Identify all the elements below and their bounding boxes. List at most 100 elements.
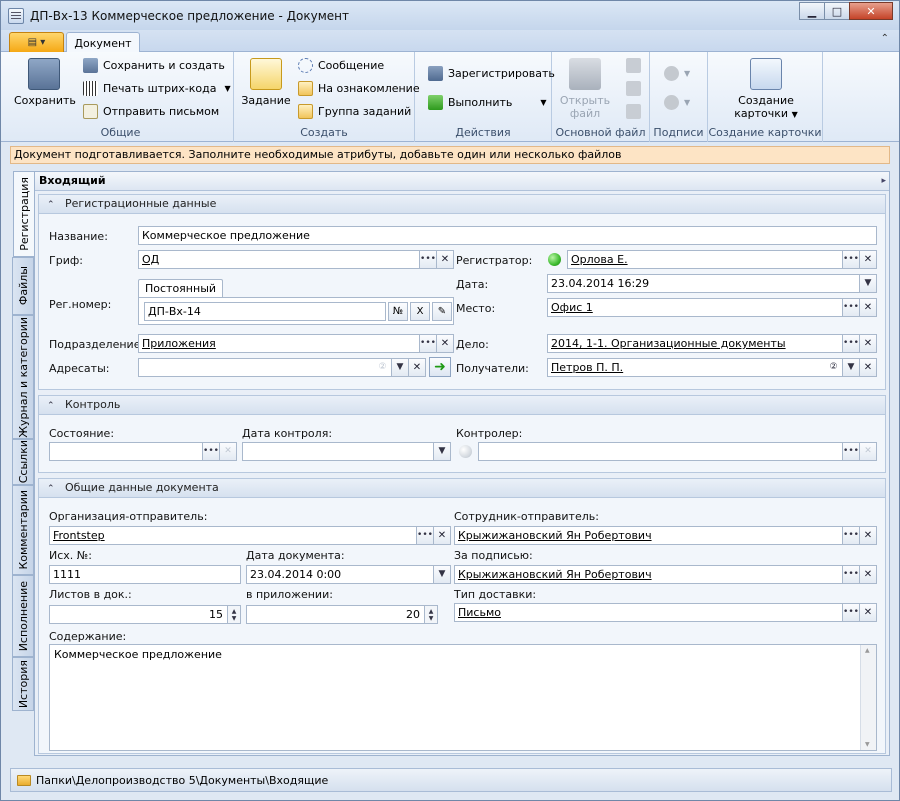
- date-dropdown-button[interactable]: ▼: [859, 275, 876, 292]
- grif-field[interactable]: ОД ••• ✕: [138, 250, 454, 269]
- registrar-browse-button[interactable]: •••: [842, 251, 859, 268]
- tab-registration[interactable]: Регистрация: [13, 171, 35, 257]
- get-number-button[interactable]: №: [388, 302, 408, 321]
- tab-files[interactable]: Файлы: [12, 257, 34, 315]
- save-create-button[interactable]: Сохранить и создать: [83, 58, 225, 73]
- sheets-spinner[interactable]: ▲ ▼: [227, 606, 240, 623]
- delivery-clear-button[interactable]: ✕: [859, 604, 876, 621]
- name-field[interactable]: Коммерческое предложение: [138, 226, 877, 245]
- folder-path[interactable]: Папки\Делопроизводство 5\Документы\Входя…: [36, 774, 328, 787]
- save-button[interactable]: Сохранить: [14, 58, 76, 107]
- tab-execution[interactable]: Исполнение: [12, 575, 34, 657]
- division-browse-button[interactable]: •••: [419, 335, 436, 352]
- sender-employee-browse-button[interactable]: •••: [842, 527, 859, 544]
- sign-button[interactable]: ▼: [664, 66, 690, 81]
- open-file-button[interactable]: Открыть файл: [556, 58, 614, 120]
- attachments-field[interactable]: 20 ▲ ▼: [246, 605, 438, 624]
- grif-clear-button[interactable]: ✕: [436, 251, 453, 268]
- send-mail-button[interactable]: Отправить письмом: [83, 104, 219, 119]
- state-field[interactable]: ••• ✕: [49, 442, 237, 461]
- division-field[interactable]: Приложения ••• ✕: [138, 334, 454, 353]
- addressees-field[interactable]: ② ▼ ✕: [138, 358, 426, 377]
- clear-number-button[interactable]: X: [410, 302, 430, 321]
- control-date-field[interactable]: ▼: [242, 442, 451, 461]
- addressees-help-icon[interactable]: ②: [374, 359, 391, 376]
- verify-signature-button[interactable]: ▼: [664, 95, 690, 110]
- case-browse-button[interactable]: •••: [842, 335, 859, 352]
- minimize-button[interactable]: ▁: [799, 2, 825, 20]
- section-header-control[interactable]: ⌃ Контроль: [39, 396, 885, 415]
- task-group-button[interactable]: Группа заданий: [298, 104, 411, 119]
- print-barcode-button[interactable]: Печать штрих-кода ▼: [83, 81, 231, 96]
- delivery-browse-button[interactable]: •••: [842, 604, 859, 621]
- grif-browse-button[interactable]: •••: [419, 251, 436, 268]
- execute-button[interactable]: Выполнить ▼: [428, 95, 547, 110]
- dropdown-arrow-icon[interactable]: ▼: [224, 84, 230, 93]
- register-button[interactable]: Зарегистрировать: [428, 66, 555, 81]
- recipients-clear-button[interactable]: ✕: [859, 359, 876, 376]
- reg-tab-permanent[interactable]: Постоянный: [138, 279, 224, 298]
- signed-by-clear-button[interactable]: ✕: [859, 566, 876, 583]
- place-clear-button[interactable]: ✕: [859, 299, 876, 316]
- tab-journal-categories[interactable]: Журнал и категории: [12, 315, 34, 439]
- recipients-field[interactable]: Петров П. П. ② ▼ ✕: [547, 358, 877, 377]
- reg-number-field[interactable]: ДП-Вх-14: [144, 302, 386, 321]
- message-button[interactable]: Сообщение: [298, 58, 384, 73]
- doc-date-dropdown-button[interactable]: ▼: [433, 566, 450, 583]
- expand-right-icon[interactable]: ▸: [881, 172, 886, 190]
- case-field[interactable]: 2014, 1-1. Организационные документы •••…: [547, 334, 877, 353]
- task-button[interactable]: Задание: [240, 58, 292, 107]
- tab-links[interactable]: Ссылки: [12, 439, 34, 485]
- division-clear-button[interactable]: ✕: [436, 335, 453, 352]
- section-header-registration[interactable]: ⌃ Регистрационные данные: [39, 195, 885, 214]
- sheets-field[interactable]: 15 ▲ ▼: [49, 605, 241, 624]
- attachments-spinner[interactable]: ▲ ▼: [424, 606, 437, 623]
- delivery-field[interactable]: Письмо ••• ✕: [454, 603, 877, 622]
- recipients-help-icon[interactable]: ②: [825, 359, 842, 376]
- controller-clear-button[interactable]: ✕: [859, 443, 876, 460]
- app-menu-button[interactable]: ▤ ▾: [9, 32, 64, 52]
- recipients-dropdown-button[interactable]: ▼: [842, 359, 859, 376]
- execute-dropdown-icon[interactable]: ▼: [540, 98, 546, 107]
- maximize-button[interactable]: □: [824, 2, 850, 20]
- tab-comments[interactable]: Комментарии: [12, 485, 34, 575]
- unlock-icon[interactable]: [626, 81, 641, 96]
- file-lock-icon[interactable]: [626, 104, 641, 119]
- addressees-clear-button[interactable]: ✕: [408, 359, 425, 376]
- execute-icon: [428, 95, 443, 110]
- out-number-field[interactable]: 1111: [49, 565, 241, 584]
- place-field[interactable]: Офис 1 ••• ✕: [547, 298, 877, 317]
- controller-field[interactable]: ••• ✕: [478, 442, 877, 461]
- tab-history[interactable]: История: [12, 657, 34, 711]
- close-button[interactable]: ✕: [849, 2, 893, 20]
- control-date-dropdown-button[interactable]: ▼: [433, 443, 450, 460]
- ribbon-collapse-icon[interactable]: ⌃: [881, 33, 889, 44]
- sender-org-clear-button[interactable]: ✕: [433, 527, 450, 544]
- content-textarea[interactable]: Коммерческое предложение: [49, 644, 877, 751]
- sender-org-field[interactable]: Frontstep ••• ✕: [49, 526, 451, 545]
- signed-by-field[interactable]: Крыжижановский Ян Робертович ••• ✕: [454, 565, 877, 584]
- state-browse-button[interactable]: •••: [202, 443, 219, 460]
- lock-icon[interactable]: [626, 58, 641, 73]
- sender-employee-clear-button[interactable]: ✕: [859, 527, 876, 544]
- content-scrollbar[interactable]: [860, 645, 876, 750]
- review-button[interactable]: На ознакомление: [298, 81, 420, 96]
- addressees-dropdown-button[interactable]: ▼: [391, 359, 408, 376]
- controller-browse-button[interactable]: •••: [842, 443, 859, 460]
- edit-number-button[interactable]: ✎: [432, 302, 452, 321]
- registrar-field[interactable]: Орлова Е. ••• ✕: [567, 250, 877, 269]
- doc-date-field[interactable]: 23.04.2014 0:00 ▼: [246, 565, 451, 584]
- side-tabs: Регистрация Файлы Журнал и категории Ссы…: [12, 171, 35, 711]
- sender-org-browse-button[interactable]: •••: [416, 527, 433, 544]
- section-header-common[interactable]: ⌃ Общие данные документа: [39, 479, 885, 498]
- sender-employee-field[interactable]: Крыжижановский Ян Робертович ••• ✕: [454, 526, 877, 545]
- registrar-clear-button[interactable]: ✕: [859, 251, 876, 268]
- tab-document[interactable]: Документ: [66, 32, 140, 53]
- place-browse-button[interactable]: •••: [842, 299, 859, 316]
- state-clear-button[interactable]: ✕: [219, 443, 236, 460]
- transfer-arrow-button[interactable]: ➜: [429, 357, 451, 377]
- case-clear-button[interactable]: ✕: [859, 335, 876, 352]
- date-field[interactable]: 23.04.2014 16:29 ▼: [547, 274, 877, 293]
- signed-by-browse-button[interactable]: •••: [842, 566, 859, 583]
- create-card-button[interactable]: Создание карточки ▼: [728, 58, 804, 120]
